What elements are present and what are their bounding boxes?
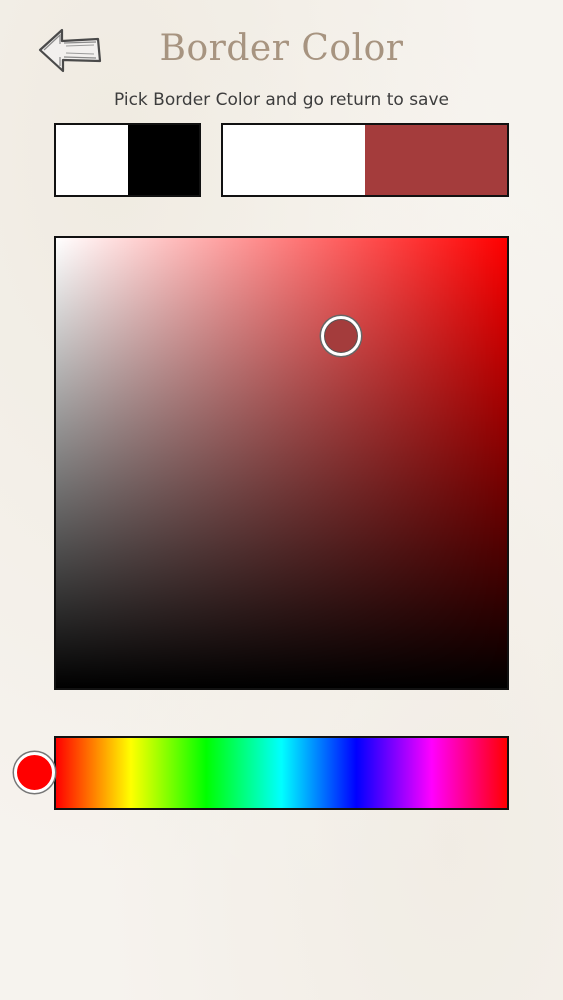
black-swatch[interactable] bbox=[127, 125, 199, 195]
saturation-value-picker[interactable] bbox=[54, 236, 509, 690]
hue-slider[interactable] bbox=[54, 736, 509, 810]
current-color-swatch[interactable] bbox=[365, 125, 507, 195]
color-picker-handle[interactable] bbox=[321, 316, 361, 356]
page-subtitle: Pick Border Color and go return to save bbox=[113, 90, 449, 110]
page-title: Border Color bbox=[159, 28, 404, 69]
hue-slider-handle[interactable] bbox=[14, 752, 55, 793]
previous-color-swatch[interactable] bbox=[223, 125, 365, 195]
value-gradient bbox=[56, 238, 507, 688]
preset-swatches bbox=[54, 123, 201, 197]
color-comparison bbox=[221, 123, 509, 197]
white-swatch[interactable] bbox=[56, 125, 128, 195]
